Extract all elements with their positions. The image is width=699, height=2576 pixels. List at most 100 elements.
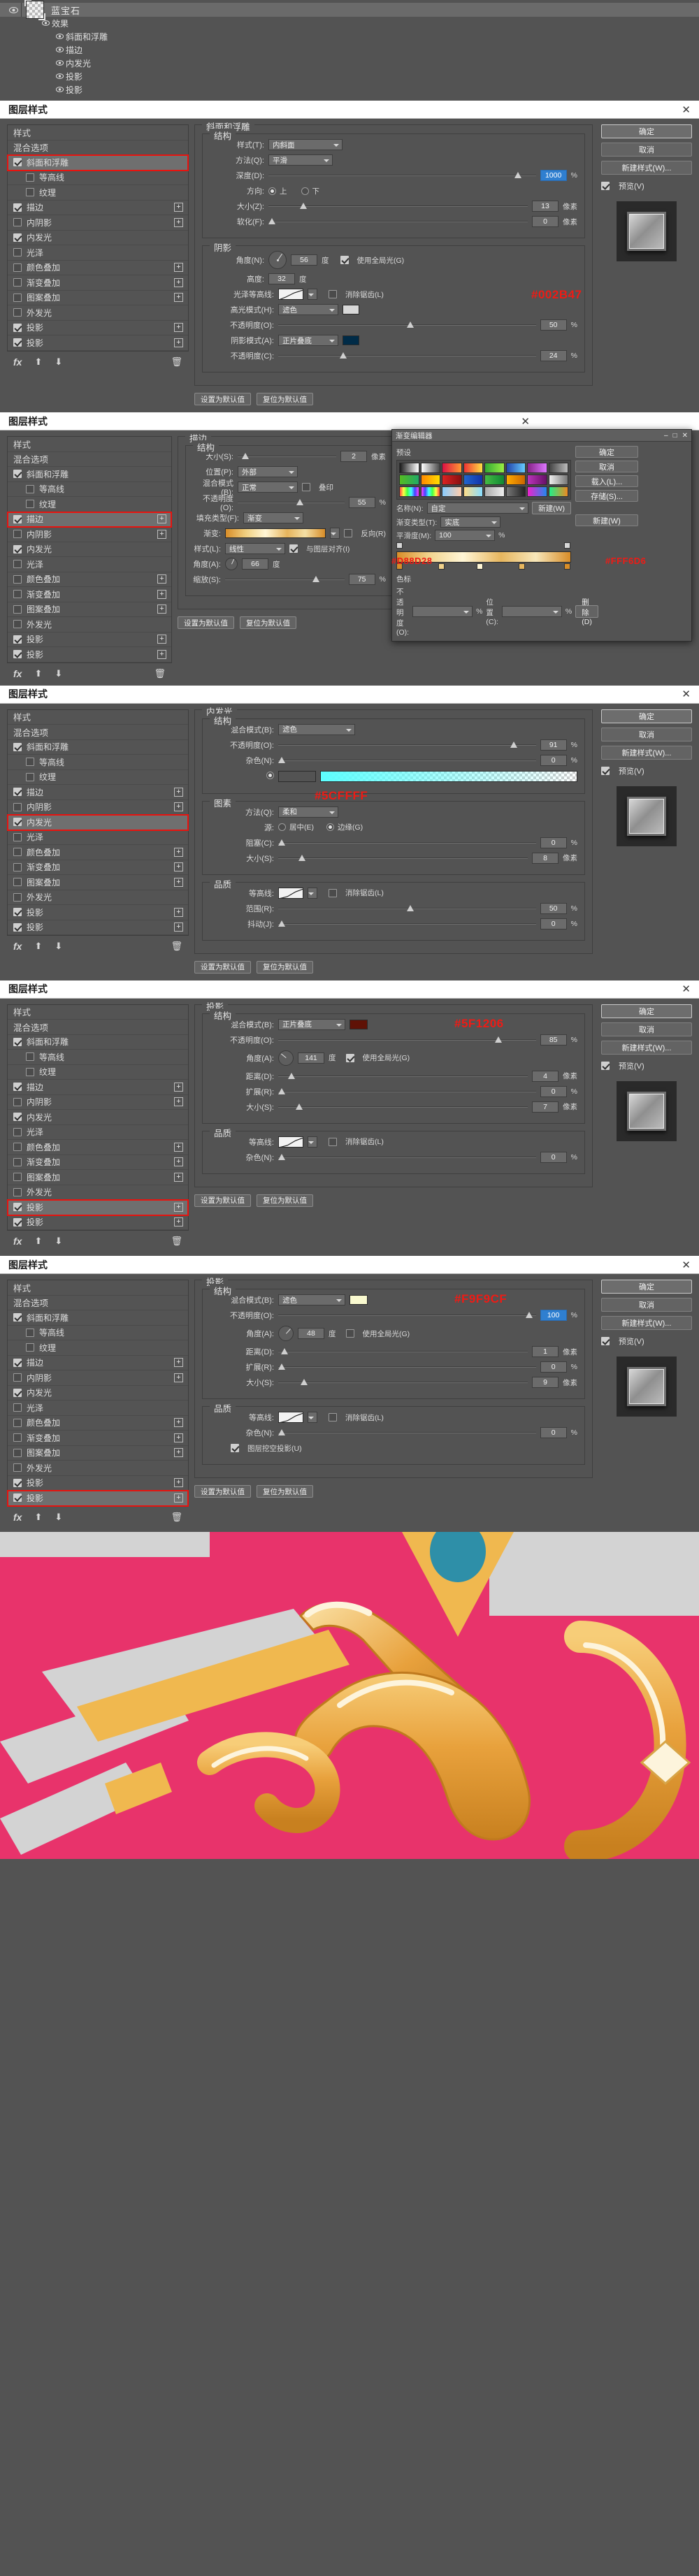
eye-icon[interactable] (6, 6, 21, 13)
checkbox[interactable] (13, 1418, 22, 1427)
style-list-item-inner-shadow[interactable]: 内阴影 + (8, 800, 188, 815)
opacity-value[interactable]: 85 (540, 1034, 567, 1045)
preset-swatch[interactable] (442, 486, 462, 497)
plus-icon[interactable]: + (174, 1142, 183, 1152)
plus-icon[interactable]: + (174, 1493, 183, 1503)
preset-swatch[interactable] (420, 463, 440, 473)
gradient-bar[interactable] (225, 528, 326, 538)
style-list-item-pattern-overlay[interactable]: 图案叠加 + (8, 875, 188, 890)
layer-effect-item[interactable]: 斜面和浮雕 (0, 30, 699, 43)
checkbox[interactable] (13, 560, 22, 569)
size-value[interactable]: 2 (340, 451, 367, 462)
style-list-item-blending[interactable]: 混合选项 (8, 140, 188, 155)
ok-button[interactable]: 确定 (601, 709, 692, 723)
set-default-button[interactable]: 设置为默认值 (194, 960, 251, 974)
layer-effect-item[interactable]: 内发光 (0, 57, 699, 70)
gradient-new-button[interactable]: 新建(W) (575, 514, 638, 526)
style-list-item-outer-glow[interactable]: 外发光 (8, 617, 171, 632)
preset-swatch[interactable] (484, 486, 505, 497)
close-icon[interactable]: ✕ (682, 432, 688, 440)
layer-effect-item[interactable]: 投影 (0, 83, 699, 96)
gradient-type-select[interactable]: 实底 (440, 516, 501, 528)
opacity-value[interactable]: 91 (540, 739, 567, 751)
style-list-item-stroke[interactable]: 描边 + (8, 201, 188, 215)
opacity-stops-row[interactable] (396, 541, 571, 549)
cancel-button[interactable]: 取消 (601, 143, 692, 157)
checkbox[interactable] (13, 1493, 22, 1503)
checkbox[interactable] (13, 635, 22, 644)
use-global-light-check[interactable]: 使用全局光(G) (340, 255, 404, 266)
style-list-item-blending[interactable]: 混合选项 (8, 1020, 188, 1035)
style-list-item-outer-glow[interactable]: 外发光 (8, 890, 188, 905)
plus-icon[interactable]: + (174, 277, 183, 287)
checkbox[interactable] (13, 338, 22, 347)
noise-slider[interactable] (278, 1152, 536, 1162)
shadow-color-swatch[interactable] (343, 335, 359, 345)
preset-swatch[interactable] (484, 475, 505, 485)
new-style-button[interactable]: 新建样式(W)... (601, 745, 692, 760)
preset-swatch[interactable] (527, 463, 547, 473)
move-up-icon[interactable]: ⬆ (34, 1236, 42, 1247)
angle-value[interactable]: 141 (298, 1052, 324, 1064)
preset-swatch[interactable] (463, 486, 483, 497)
layer-effects-group[interactable]: 效果 (0, 17, 699, 30)
move-down-icon[interactable]: ⬇ (55, 356, 62, 368)
eye-icon[interactable] (53, 46, 66, 55)
reset-default-button[interactable]: 复位为默认值 (257, 960, 313, 974)
plus-icon[interactable]: + (157, 514, 166, 524)
checkbox[interactable] (26, 1067, 34, 1076)
spread-value[interactable]: 0 (540, 1361, 567, 1373)
distance-value[interactable]: 4 (532, 1070, 559, 1082)
cancel-button[interactable]: 取消 (601, 1298, 692, 1312)
checkbox[interactable] (13, 1173, 22, 1182)
antialias-check[interactable]: 消除锯齿(L) (329, 888, 384, 898)
size-value[interactable]: 9 (532, 1377, 559, 1388)
presets-grid[interactable] (396, 460, 571, 500)
style-list-item-blending[interactable]: 混合选项 (8, 725, 188, 740)
style-list-item-drop-shadow-2[interactable]: 投影 + (7, 1490, 189, 1507)
contour-dropdown[interactable] (308, 1412, 317, 1423)
blend-select[interactable]: 正片叠底 (278, 1018, 345, 1030)
style-list-item-stroke[interactable]: 描边 + (7, 511, 172, 528)
style-list-item-pattern-overlay[interactable]: 图案叠加 + (8, 291, 188, 305)
ok-button[interactable]: 确定 (601, 1004, 692, 1018)
style-list-item-drop-shadow-1[interactable]: 投影 + (7, 1199, 189, 1216)
style-list-item-bevel[interactable]: 斜面和浮雕 (7, 154, 189, 171)
style-list-item-drop-shadow-2[interactable]: 投影 + (8, 647, 171, 663)
style-list-item-bevel[interactable]: 斜面和浮雕 (8, 1035, 188, 1050)
style-list-item-contour[interactable]: 等高线 (8, 482, 171, 497)
style-list-item-texture[interactable]: 纹理 (8, 497, 171, 512)
set-default-button[interactable]: 设置为默认值 (194, 1485, 251, 1498)
style-list-item-texture[interactable]: 纹理 (8, 1065, 188, 1080)
style-list-item-inner-shadow[interactable]: 内阴影 + (8, 1095, 188, 1110)
style-list-item-contour[interactable]: 等高线 (8, 1326, 188, 1340)
style-list-item-blending[interactable]: 混合选项 (8, 452, 171, 467)
plus-icon[interactable]: + (174, 1373, 183, 1382)
layer-knockout-check[interactable]: 图层挖空投影(U) (231, 1443, 302, 1454)
opacity-stop[interactable] (396, 542, 403, 549)
style-list-item-pattern-overlay[interactable]: 图案叠加 + (8, 1170, 188, 1185)
bevel-style-select[interactable]: 内斜面 (268, 139, 343, 150)
reset-default-button[interactable]: 复位为默认值 (257, 393, 313, 405)
style-list-item-satin[interactable]: 光泽 (8, 830, 188, 845)
stop-opacity-input[interactable] (412, 606, 473, 617)
shadow-opacity-slider[interactable] (278, 351, 536, 361)
layer-effect-item[interactable]: 投影 (0, 70, 699, 83)
checkbox[interactable] (26, 1328, 34, 1337)
delete-icon[interactable]: 🗑 (154, 668, 166, 679)
noise-value[interactable]: 0 (540, 1151, 567, 1163)
style-list-item-drop-shadow-1[interactable]: 投影 + (8, 1476, 188, 1491)
move-down-icon[interactable]: ⬇ (55, 941, 62, 952)
style-list-item-inner-shadow[interactable]: 内阴影 + (8, 527, 171, 542)
use-global-light-check[interactable]: 使用全局光(G) (345, 1052, 410, 1063)
checkbox[interactable] (13, 1373, 22, 1382)
style-list-item-color-overlay[interactable]: 颜色叠加 + (8, 1140, 188, 1155)
eye-icon[interactable] (53, 59, 66, 68)
checkbox[interactable] (13, 574, 22, 584)
style-list-item-bevel[interactable]: 斜面和浮雕 (8, 740, 188, 755)
checkbox[interactable] (13, 1463, 22, 1472)
style-list-item-drop-shadow-1[interactable]: 投影 + (8, 632, 171, 647)
checkbox[interactable] (13, 293, 22, 302)
plus-icon[interactable]: + (157, 635, 166, 644)
checkbox[interactable] (13, 1037, 22, 1046)
